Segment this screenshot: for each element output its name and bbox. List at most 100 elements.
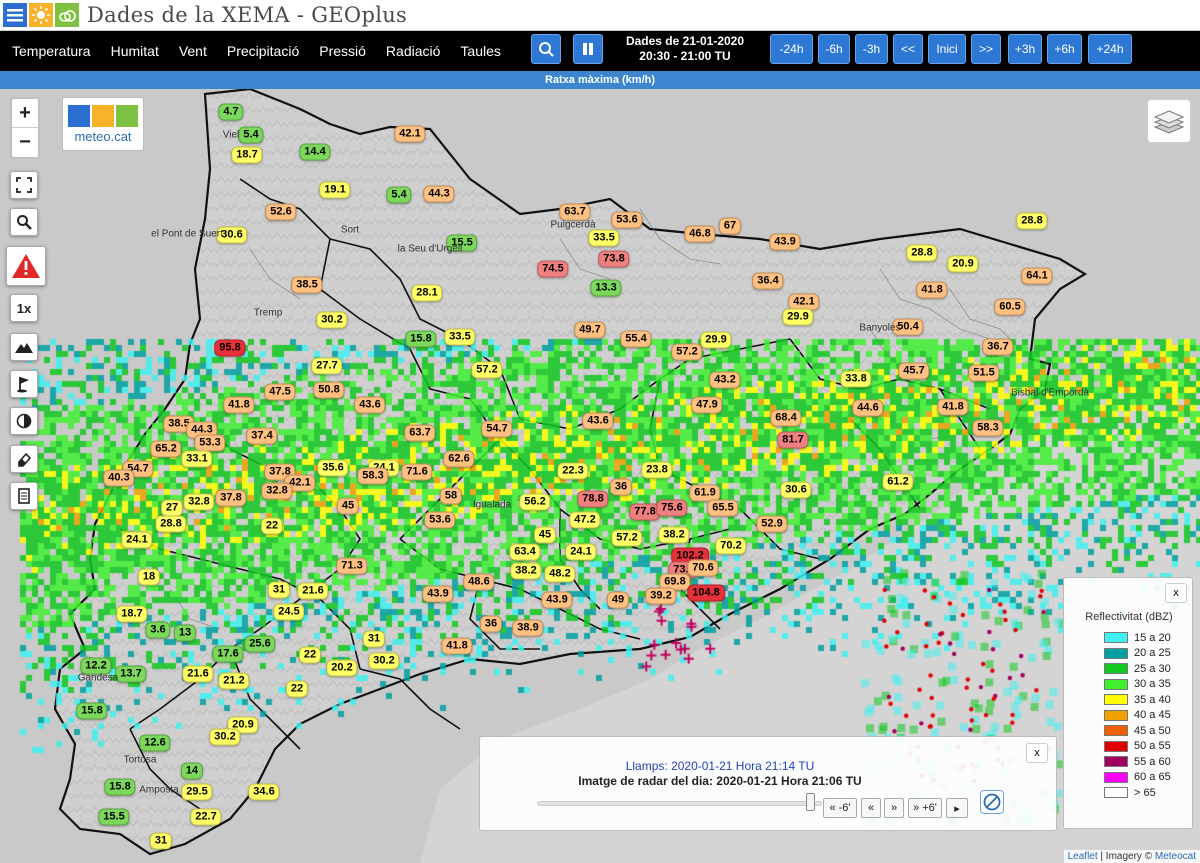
- station-gust-label[interactable]: 58.3: [972, 419, 1004, 437]
- station-gust-label[interactable]: 36: [479, 615, 503, 633]
- inici-button[interactable]: Inici: [928, 34, 966, 64]
- station-gust-label[interactable]: 15.5: [98, 808, 130, 826]
- station-gust-label[interactable]: 47.2: [569, 511, 601, 529]
- station-gust-label[interactable]: 43.9: [769, 233, 801, 251]
- station-gust-label[interactable]: 71.3: [336, 557, 368, 575]
- station-gust-label[interactable]: 55.4: [620, 330, 652, 348]
- station-gust-label[interactable]: 17.6: [212, 645, 244, 663]
- station-gust-label[interactable]: 22: [285, 680, 309, 698]
- station-gust-label[interactable]: 27.7: [311, 357, 343, 375]
- station-gust-label[interactable]: 21.6: [182, 665, 214, 683]
- station-gust-label[interactable]: 47.5: [264, 383, 296, 401]
- station-gust-label[interactable]: 37.4: [246, 427, 278, 445]
- tab-humitat[interactable]: Humitat: [111, 43, 159, 59]
- station-gust-label[interactable]: 65.2: [150, 440, 182, 458]
- station-gust-label[interactable]: 57.2: [471, 361, 503, 379]
- station-gust-label[interactable]: 44.6: [852, 399, 884, 417]
- station-gust-label[interactable]: 34.6: [248, 783, 280, 801]
- station-gust-label[interactable]: 40.3: [103, 469, 135, 487]
- station-gust-label[interactable]: 47.9: [691, 396, 723, 414]
- station-gust-label[interactable]: 29.5: [181, 783, 213, 801]
- station-gust-label[interactable]: 45: [336, 497, 360, 515]
- station-gust-label[interactable]: 52.9: [756, 515, 788, 533]
- search-map-button[interactable]: [10, 208, 38, 236]
- station-gust-label[interactable]: 30.2: [209, 728, 241, 746]
- station-gust-label[interactable]: 45.7: [898, 362, 930, 380]
- station-gust-label[interactable]: 21.2: [218, 672, 250, 690]
- station-gust-label[interactable]: 35.6: [317, 459, 349, 477]
- contrast-button[interactable]: [10, 407, 38, 435]
- station-gust-label[interactable]: 95.8: [214, 339, 246, 357]
- station-gust-label[interactable]: 20.2: [326, 659, 358, 677]
- station-gust-label[interactable]: 74.5: [537, 260, 569, 278]
- station-gust-label[interactable]: 63.7: [404, 424, 436, 442]
- station-gust-label[interactable]: 38.2: [658, 526, 690, 544]
- zoom-in-button[interactable]: +: [12, 99, 38, 128]
- station-gust-label[interactable]: 63.4: [509, 543, 541, 561]
- station-gust-label[interactable]: 25.6: [244, 635, 276, 653]
- station-gust-label[interactable]: 63.7: [559, 203, 591, 221]
- station-gust-label[interactable]: 61.2: [882, 473, 914, 491]
- meteocat-logo[interactable]: meteo.cat: [62, 97, 144, 151]
- station-gust-label[interactable]: 14: [180, 762, 204, 780]
- station-gust-label[interactable]: 43.9: [541, 591, 573, 609]
- plus-6h-button[interactable]: +6h: [1047, 34, 1082, 64]
- search-button[interactable]: [531, 34, 561, 64]
- station-gust-label[interactable]: 13: [173, 624, 197, 642]
- station-gust-label[interactable]: 46.8: [684, 225, 716, 243]
- station-gust-label[interactable]: 52.6: [265, 203, 297, 221]
- station-gust-label[interactable]: 3.6: [145, 621, 171, 639]
- station-gust-label[interactable]: 32.8: [261, 482, 293, 500]
- play-button[interactable]: ▸: [946, 798, 968, 818]
- forward-button[interactable]: »: [884, 798, 904, 818]
- station-gust-label[interactable]: 75.6: [656, 499, 688, 517]
- station-gust-label[interactable]: 48.6: [463, 573, 495, 591]
- station-gust-label[interactable]: 44.3: [423, 185, 455, 203]
- plus-24h-button[interactable]: +24h: [1088, 34, 1132, 64]
- station-gust-label[interactable]: 15.8: [104, 778, 136, 796]
- minus-6h-button[interactable]: -6h: [818, 34, 850, 64]
- station-gust-label[interactable]: 41.8: [223, 396, 255, 414]
- station-gust-label[interactable]: 28.8: [1016, 212, 1048, 230]
- station-gust-label[interactable]: 24.1: [565, 543, 597, 561]
- station-gust-label[interactable]: 78.8: [577, 490, 609, 508]
- station-gust-label[interactable]: 13.7: [115, 665, 147, 683]
- station-gust-label[interactable]: 43.6: [354, 396, 386, 414]
- station-gust-label[interactable]: 71.6: [401, 463, 433, 481]
- app-logo[interactable]: [3, 3, 79, 27]
- station-gust-label[interactable]: 81.7: [777, 431, 809, 449]
- station-gust-label[interactable]: 49.7: [574, 321, 606, 339]
- station-gust-label[interactable]: 56.2: [519, 493, 551, 511]
- station-gust-label[interactable]: 36.4: [752, 272, 784, 290]
- leaflet-link[interactable]: Leaflet: [1068, 851, 1098, 862]
- station-gust-label[interactable]: 33.5: [444, 328, 476, 346]
- station-gust-label[interactable]: 18: [137, 568, 161, 586]
- station-gust-label[interactable]: 4.7: [218, 103, 244, 121]
- station-gust-label[interactable]: 22.7: [190, 808, 222, 826]
- station-gust-label[interactable]: 29.9: [782, 308, 814, 326]
- station-gust-label[interactable]: 57.2: [671, 343, 703, 361]
- station-gust-label[interactable]: 18.7: [231, 146, 263, 164]
- warnings-button[interactable]: [6, 246, 46, 286]
- station-gust-label[interactable]: 24.1: [121, 531, 153, 549]
- eraser-button[interactable]: [10, 445, 38, 473]
- station-gust-label[interactable]: 31: [362, 630, 386, 648]
- station-gust-label[interactable]: 67: [718, 217, 742, 235]
- station-gust-label[interactable]: 57.2: [611, 529, 643, 547]
- station-gust-label[interactable]: 51.5: [968, 364, 1000, 382]
- station-gust-label[interactable]: 50.8: [313, 381, 345, 399]
- station-gust-label[interactable]: 28.8: [906, 244, 938, 262]
- back-button[interactable]: «: [861, 798, 881, 818]
- layers-button[interactable]: [1146, 98, 1192, 144]
- tab-pressio[interactable]: Pressió: [319, 43, 366, 59]
- plus-3h-button[interactable]: +3h: [1008, 34, 1042, 64]
- meteocat-link[interactable]: Meteocat: [1155, 851, 1196, 862]
- station-gust-label[interactable]: 13.3: [590, 279, 622, 297]
- menu-icon[interactable]: [3, 3, 27, 27]
- tab-temperatura[interactable]: Temperatura: [12, 43, 91, 59]
- station-gust-label[interactable]: 18.7: [116, 605, 148, 623]
- station-gust-label[interactable]: 31: [267, 581, 291, 599]
- legend-close-button[interactable]: x: [1165, 583, 1187, 603]
- time-slider[interactable]: [537, 801, 822, 806]
- station-button[interactable]: [10, 370, 38, 398]
